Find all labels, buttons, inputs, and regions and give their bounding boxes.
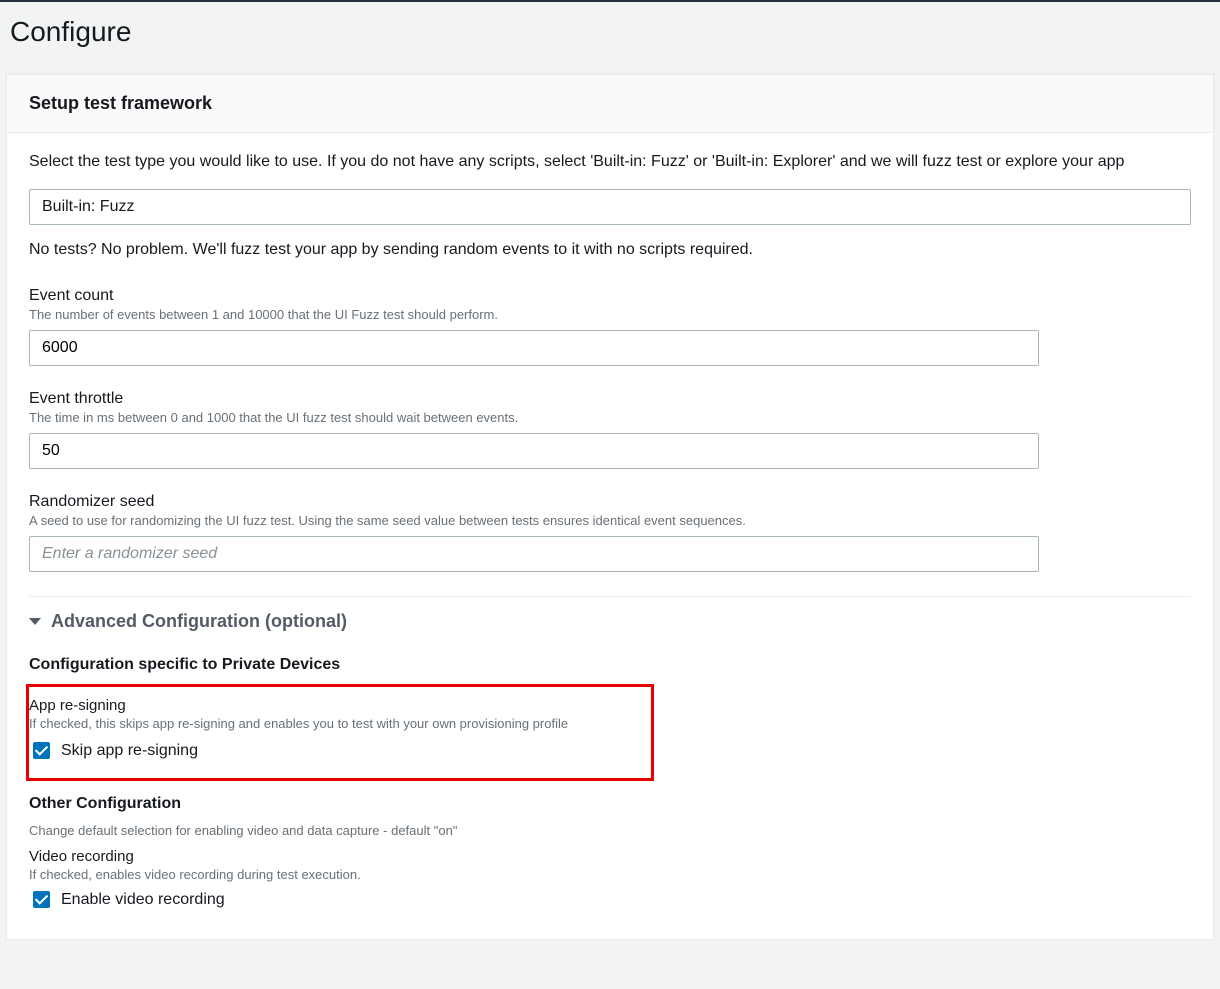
advanced-config-toggle[interactable]: Advanced Configuration (optional) [29, 596, 1191, 642]
skip-resigning-checkbox-label: Skip app re-signing [61, 742, 198, 760]
caret-down-icon [29, 618, 41, 625]
panel-header: Setup test framework [7, 75, 1213, 133]
private-devices-heading: Configuration specific to Private Device… [29, 656, 1191, 674]
randomizer-seed-input[interactable] [29, 536, 1039, 572]
event-throttle-desc: The time in ms between 0 and 1000 that t… [29, 410, 1039, 425]
other-config-heading: Other Configuration [29, 795, 1191, 813]
skip-resigning-checkbox[interactable] [33, 742, 50, 759]
test-type-select[interactable]: Built-in: Fuzz [29, 189, 1191, 225]
other-config-section: Other Configuration Change default selec… [29, 795, 1191, 911]
setup-panel: Setup test framework Select the test typ… [6, 74, 1214, 940]
event-count-group: Event count The number of events between… [29, 287, 1039, 366]
randomizer-seed-group: Randomizer seed A seed to use for random… [29, 493, 1039, 572]
test-type-selected: Built-in: Fuzz [42, 198, 134, 215]
randomizer-seed-label: Randomizer seed [29, 493, 1039, 511]
panel-body: Select the test type you would like to u… [7, 133, 1213, 939]
video-recording-label: Video recording [29, 848, 1191, 865]
test-type-intro: Select the test type you would like to u… [29, 153, 1191, 171]
app-resigning-label: App re-signing [29, 697, 651, 714]
event-throttle-label: Event throttle [29, 390, 1039, 408]
video-recording-desc: If checked, enables video recording duri… [29, 867, 1191, 882]
page-title: Configure [0, 2, 1220, 68]
video-recording-checkbox-label: Enable video recording [61, 891, 225, 909]
randomizer-seed-desc: A seed to use for randomizing the UI fuz… [29, 513, 1039, 528]
other-config-desc: Change default selection for enabling vi… [29, 823, 1191, 838]
skip-resigning-row: Skip app re-signing [29, 739, 651, 762]
video-recording-checkbox[interactable] [33, 891, 50, 908]
event-count-desc: The number of events between 1 and 10000… [29, 307, 1039, 322]
event-throttle-input[interactable] [29, 433, 1039, 469]
event-throttle-group: Event throttle The time in ms between 0 … [29, 390, 1039, 469]
app-resigning-desc: If checked, this skips app re-signing an… [29, 716, 651, 731]
app-resigning-highlight: App re-signing If checked, this skips ap… [26, 684, 654, 781]
video-recording-row: Enable video recording [29, 888, 1191, 911]
test-type-hint: No tests? No problem. We'll fuzz test yo… [29, 241, 1191, 259]
event-count-label: Event count [29, 287, 1039, 305]
advanced-config-title: Advanced Configuration (optional) [51, 611, 347, 632]
event-count-input[interactable] [29, 330, 1039, 366]
